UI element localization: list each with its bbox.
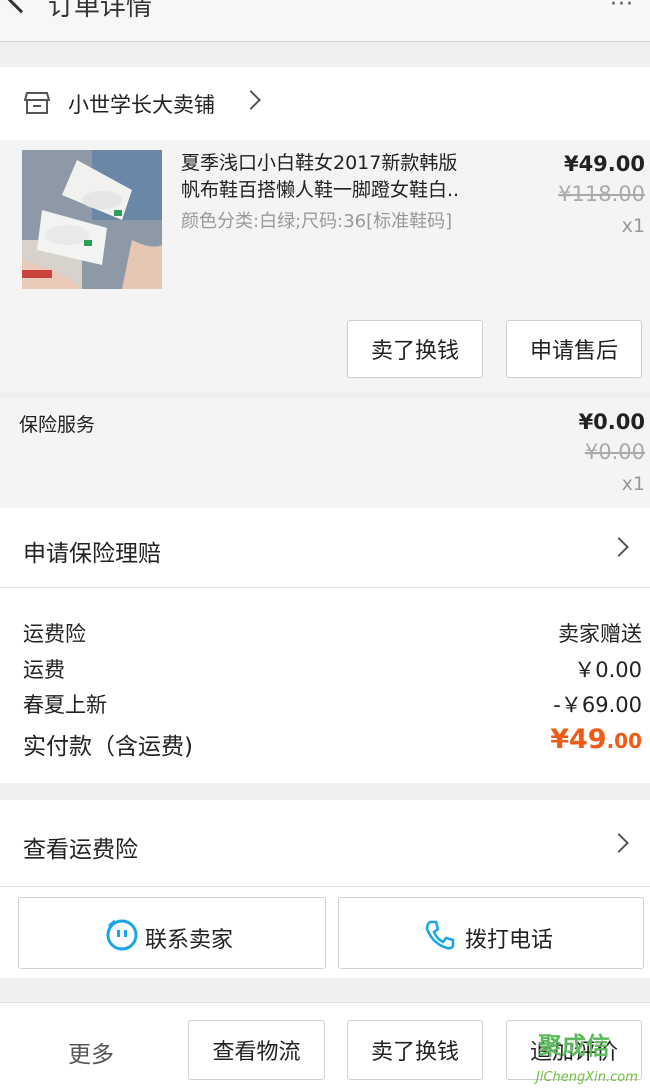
store-name: 小世学长大卖铺 bbox=[68, 93, 215, 117]
product-item[interactable]: 夏季浅口小白鞋女2017新款韩版 帆布鞋百搭懒人鞋一脚蹬女鞋白.. 颜色分类:白… bbox=[0, 140, 650, 392]
insurance-claim-label: 申请保险理赔 bbox=[23, 541, 161, 567]
total-paid-cents: .00 bbox=[606, 729, 642, 753]
chevron-right-icon bbox=[609, 833, 629, 853]
call-phone-label: 拨打电话 bbox=[465, 928, 554, 953]
fee-label-shipping-insurance: 运费险 bbox=[23, 622, 86, 646]
watermark-url: JiChengXin.com bbox=[536, 1070, 638, 1085]
fee-label-promotion: 春夏上新 bbox=[23, 693, 107, 717]
product-sku: 颜色分类:白绿;尺码:36[标准鞋码] bbox=[181, 211, 453, 232]
phone-icon bbox=[425, 920, 455, 950]
watermark-logo: 聚成信 bbox=[538, 1032, 610, 1060]
chevron-right-icon bbox=[241, 90, 261, 110]
chevron-right-icon bbox=[609, 537, 629, 557]
after-sale-button[interactable]: 申请售后 bbox=[506, 320, 642, 378]
page-title: 订单详情 bbox=[48, 0, 153, 22]
fee-value-shipping-insurance: 卖家赠送 bbox=[558, 622, 642, 646]
insurance-claim-row[interactable]: 申请保险理赔 bbox=[0, 508, 650, 587]
total-paid-label: 实付款（含运费) bbox=[23, 734, 193, 760]
view-shipping-insurance-label: 查看运费险 bbox=[23, 837, 138, 863]
product-title[interactable]: 夏季浅口小白鞋女2017新款韩版 帆布鞋百搭懒人鞋一脚蹬女鞋白.. bbox=[181, 150, 521, 204]
back-arrow-icon[interactable] bbox=[2, 0, 40, 14]
insurance-item: 保险服务 ¥0.00 ¥0.00 x1 bbox=[0, 398, 650, 508]
fee-summary: 运费险 卖家赠送 运费 ￥0.00 春夏上新 -￥69.00 实付款（含运费) … bbox=[0, 587, 650, 783]
contact-seller-button[interactable]: 联系卖家 bbox=[18, 897, 326, 969]
more-menu-icon[interactable]: ··· bbox=[610, 0, 634, 17]
product-quantity: x1 bbox=[621, 215, 645, 237]
fee-value-promotion: -￥69.00 bbox=[553, 693, 642, 717]
insurance-price: ¥0.00 bbox=[578, 410, 645, 434]
sell-for-cash-button[interactable]: 卖了换钱 bbox=[347, 320, 483, 378]
contact-bar: 联系卖家 拨打电话 bbox=[0, 886, 650, 978]
chat-face-icon bbox=[106, 919, 138, 951]
store-icon bbox=[24, 92, 50, 114]
total-paid-main: ¥49 bbox=[550, 724, 607, 755]
fee-label-shipping: 运费 bbox=[23, 658, 65, 682]
product-price: ¥49.00 bbox=[563, 152, 645, 176]
insurance-original-price: ¥0.00 bbox=[584, 440, 645, 464]
insurance-quantity: x1 bbox=[621, 473, 645, 495]
product-image[interactable] bbox=[22, 150, 162, 289]
insurance-label: 保险服务 bbox=[19, 414, 96, 436]
contact-seller-label: 联系卖家 bbox=[145, 928, 234, 953]
view-logistics-button[interactable]: 查看物流 bbox=[188, 1020, 325, 1080]
total-paid-amount: ¥49.00 bbox=[550, 724, 642, 755]
sell-for-cash-button-bottom[interactable]: 卖了换钱 bbox=[347, 1020, 483, 1080]
product-original-price: ¥118.00 bbox=[558, 182, 645, 206]
fee-value-shipping: ￥0.00 bbox=[574, 658, 642, 682]
product-title-line1: 夏季浅口小白鞋女2017新款韩版 bbox=[181, 152, 458, 174]
watermark: 聚成信 JiChengXin.com bbox=[536, 1026, 650, 1092]
more-button[interactable]: 更多 bbox=[68, 1035, 114, 1069]
nav-header: 订单详情 ··· bbox=[0, 0, 650, 42]
call-phone-button[interactable]: 拨打电话 bbox=[338, 897, 644, 969]
product-title-line2: 帆布鞋百搭懒人鞋一脚蹬女鞋白.. bbox=[181, 179, 460, 201]
store-row[interactable]: 小世学长大卖铺 bbox=[0, 67, 650, 140]
view-shipping-insurance-row[interactable]: 查看运费险 bbox=[0, 800, 650, 886]
